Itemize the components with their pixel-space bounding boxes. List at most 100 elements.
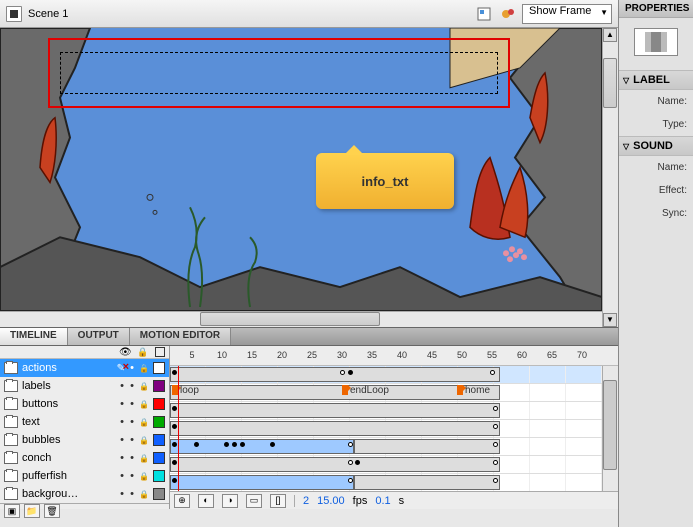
lock-indicator-icon[interactable]: [139, 398, 149, 410]
frame-row-buttons[interactable]: [170, 402, 618, 420]
ruler-tick: 70: [577, 350, 587, 360]
edit-dot[interactable]: •: [129, 398, 135, 410]
outline-color-swatch[interactable]: [153, 380, 165, 392]
scene-toolbar: Scene 1 Show Frame: [0, 0, 618, 28]
frame-row-actions[interactable]: [170, 366, 618, 384]
new-folder-button[interactable]: 📁: [24, 504, 40, 518]
outline-color-swatch[interactable]: [153, 362, 165, 374]
layer-icon: [4, 380, 18, 392]
layer-row[interactable]: labels••: [0, 377, 169, 395]
outline-column-icon[interactable]: [155, 347, 165, 357]
frames-grid[interactable]: loop endLoop home: [170, 366, 618, 491]
visibility-dot[interactable]: •: [119, 470, 125, 482]
edit-dot[interactable]: •: [129, 488, 135, 500]
scroll-down-arrow[interactable]: ▼: [603, 313, 617, 327]
label-type-field[interactable]: Type:: [619, 113, 693, 136]
scrollbar-thumb[interactable]: [603, 58, 617, 108]
frames-panel: 510152025303540455055606570: [170, 346, 618, 509]
tab-timeline[interactable]: TIMELINE: [0, 328, 68, 345]
layer-row[interactable]: actions•: [0, 359, 169, 377]
layer-row[interactable]: backgrou…••: [0, 485, 169, 503]
delete-layer-button[interactable]: 🗑: [44, 504, 60, 518]
edit-dot[interactable]: •: [129, 362, 135, 374]
layer-row[interactable]: bubbles••: [0, 431, 169, 449]
lock-indicator-icon[interactable]: [139, 470, 149, 482]
edit-scene-icon[interactable]: [474, 4, 494, 24]
lock-indicator-icon[interactable]: [139, 380, 149, 392]
visibility-dot[interactable]: •: [119, 488, 125, 500]
lock-indicator-icon[interactable]: [139, 362, 149, 374]
frame-label: endLoop: [350, 385, 389, 396]
layer-row[interactable]: text••: [0, 413, 169, 431]
ruler-tick: 55: [487, 350, 497, 360]
label-section-header[interactable]: LABEL: [619, 70, 693, 90]
visibility-dot[interactable]: •: [119, 452, 125, 464]
stage-vertical-scrollbar[interactable]: ▲ ▼: [602, 28, 618, 327]
lock-indicator-icon[interactable]: [139, 452, 149, 464]
tab-motion-editor[interactable]: MOTION EDITOR: [130, 328, 231, 345]
onion-skin-icon[interactable]: ◐: [198, 494, 214, 508]
visibility-column-icon[interactable]: [119, 346, 131, 358]
ruler-tick: 50: [457, 350, 467, 360]
frame-ruler[interactable]: 510152025303540455055606570: [170, 346, 618, 366]
edit-dot[interactable]: •: [129, 434, 135, 446]
layer-row[interactable]: pufferfish••: [0, 467, 169, 485]
stage-view-value: Show Frame: [529, 5, 591, 17]
layer-row[interactable]: buttons••: [0, 395, 169, 413]
visibility-dot[interactable]: •: [119, 416, 125, 428]
outline-color-swatch[interactable]: [153, 398, 165, 410]
outline-color-swatch[interactable]: [153, 452, 165, 464]
edit-symbols-icon[interactable]: [498, 4, 518, 24]
lock-indicator-icon[interactable]: [139, 416, 149, 428]
scrollbar-thumb[interactable]: [200, 312, 380, 326]
tab-output[interactable]: OUTPUT: [68, 328, 130, 345]
textfield-selection-box[interactable]: [48, 38, 510, 108]
frames-vertical-scrollbar[interactable]: [602, 366, 618, 491]
new-layer-button[interactable]: ▣: [4, 504, 20, 518]
visibility-dot[interactable]: •: [119, 398, 125, 410]
frame-row-bubbles[interactable]: [170, 438, 618, 456]
layers-footer: ▣ 📁 🗑: [0, 503, 169, 518]
playhead[interactable]: [178, 366, 179, 491]
label-name-field[interactable]: Name:: [619, 90, 693, 113]
outline-color-swatch[interactable]: [153, 434, 165, 446]
lock-column-icon[interactable]: [137, 346, 149, 358]
sound-section-header[interactable]: SOUND: [619, 136, 693, 156]
visibility-dot[interactable]: •: [119, 380, 125, 392]
ruler-tick: 60: [517, 350, 527, 360]
edit-multiple-frames-icon[interactable]: ▭: [246, 494, 262, 508]
fps-label: fps: [353, 495, 368, 507]
outline-color-swatch[interactable]: [153, 470, 165, 482]
frame-row-pufferfish[interactable]: [170, 474, 618, 491]
stage-view-dropdown[interactable]: Show Frame: [522, 4, 612, 24]
scrollbar-thumb[interactable]: [603, 380, 617, 470]
edit-dot[interactable]: •: [129, 452, 135, 464]
sound-name-field[interactable]: Name:: [619, 156, 693, 179]
frame-row-labels[interactable]: loop endLoop home: [170, 384, 618, 402]
layer-icon: [4, 452, 18, 464]
onion-skin-outlines-icon[interactable]: ◑: [222, 494, 238, 508]
frame-row-text[interactable]: [170, 420, 618, 438]
lock-indicator-icon[interactable]: [139, 488, 149, 500]
layer-row[interactable]: conch••: [0, 449, 169, 467]
ruler-tick: 25: [307, 350, 317, 360]
current-frame-value: 2: [303, 495, 309, 507]
center-frame-icon[interactable]: ⊕: [174, 494, 190, 508]
edit-dot[interactable]: •: [129, 416, 135, 428]
sound-sync-field[interactable]: Sync:: [619, 202, 693, 225]
visibility-dot[interactable]: •: [119, 434, 125, 446]
stage-horizontal-scrollbar[interactable]: [0, 311, 602, 327]
frame-row-conch[interactable]: [170, 456, 618, 474]
layer-icon: [4, 488, 18, 500]
layer-icon: [4, 398, 18, 410]
outline-color-swatch[interactable]: [153, 488, 165, 500]
scroll-up-arrow[interactable]: ▲: [603, 28, 617, 42]
lock-indicator-icon[interactable]: [139, 434, 149, 446]
edit-dot[interactable]: •: [129, 380, 135, 392]
outline-color-swatch[interactable]: [153, 416, 165, 428]
modify-markers-icon[interactable]: []: [270, 494, 286, 508]
frame-type-icon: [634, 28, 678, 56]
sound-effect-field[interactable]: Effect:: [619, 179, 693, 202]
edit-dot[interactable]: •: [129, 470, 135, 482]
stage-canvas[interactable]: info_txt: [0, 28, 602, 311]
